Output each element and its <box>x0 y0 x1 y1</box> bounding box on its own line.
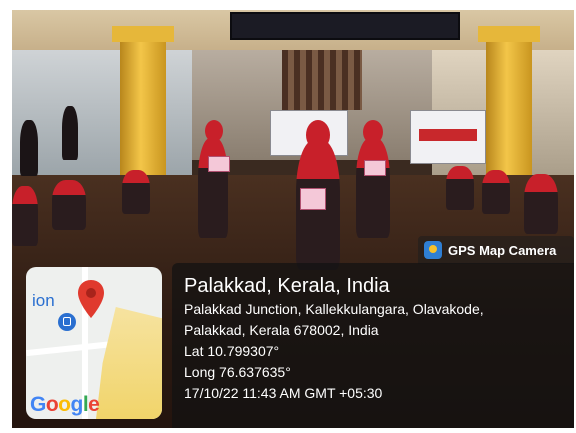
banner-right <box>410 110 486 164</box>
performer-head <box>306 120 330 150</box>
gps-camera-label: GPS Map Camera <box>448 242 557 258</box>
location-title: Palakkad, Kerala, India <box>184 275 390 297</box>
map-area <box>96 307 162 419</box>
gps-camera-bar: GPS Map Camera <box>418 236 574 264</box>
wooden-grille <box>282 50 362 110</box>
longitude: Long 76.637635° <box>184 364 291 380</box>
map-thumbnail: ion Google <box>26 267 162 419</box>
seated-participant <box>524 174 558 234</box>
latitude: Lat 10.799307° <box>184 343 280 359</box>
standing-person <box>20 120 38 176</box>
standing-person <box>62 106 78 160</box>
performer-head <box>363 120 383 144</box>
timestamp: 17/10/22 11:43 AM GMT +05:30 <box>184 385 383 401</box>
address-line-2: Palakkad, Kerala 678002, India <box>184 322 379 338</box>
location-pin-icon <box>78 280 104 318</box>
seated-participant <box>122 170 150 214</box>
performer-head <box>205 120 223 142</box>
location-info-panel: Palakkad, Kerala, India Palakkad Junctio… <box>172 263 574 428</box>
map-partial-label: ion <box>32 291 55 310</box>
address-line-1: Palakkad Junction, Kallekkulangara, Olav… <box>184 301 484 317</box>
seated-participant <box>482 170 510 214</box>
seated-participant <box>52 180 86 230</box>
placard <box>364 160 386 176</box>
google-logo: Google <box>30 393 100 416</box>
performer <box>198 138 228 238</box>
placard <box>300 188 326 210</box>
gps-map-camera-icon <box>424 241 442 259</box>
seated-participant <box>12 186 38 246</box>
transit-icon <box>58 313 76 331</box>
performer <box>356 138 390 238</box>
display-screen <box>230 12 460 40</box>
seated-participant <box>446 166 474 210</box>
placard <box>208 156 230 172</box>
